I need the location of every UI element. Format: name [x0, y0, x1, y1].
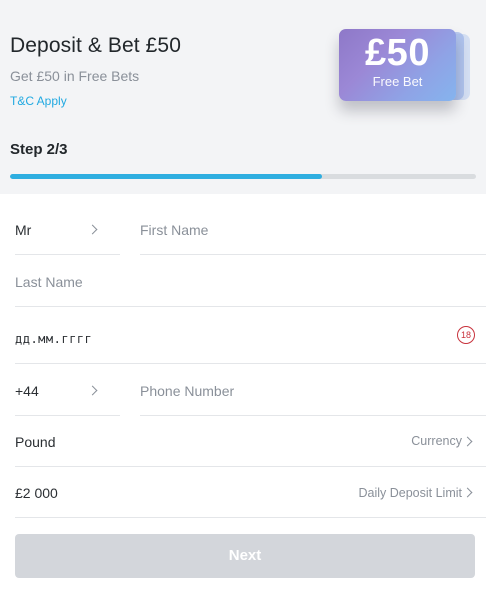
- currency-select[interactable]: Pound: [15, 434, 55, 450]
- date-of-birth-placeholder: дд.мм.гггг: [15, 332, 93, 346]
- title-select-value: Mr: [15, 222, 32, 238]
- phone-number-placeholder: Phone Number: [140, 383, 235, 399]
- currency-label[interactable]: Currency: [411, 434, 462, 448]
- step-indicator: Step 2/3: [10, 141, 68, 158]
- title-select[interactable]: Mr: [15, 222, 31, 238]
- currency-underline: [15, 466, 486, 467]
- next-button[interactable]: Next: [15, 534, 475, 578]
- chevron-right-icon[interactable]: [462, 436, 473, 447]
- dial-code-value: +44: [15, 383, 39, 399]
- deposit-limit-value: £2 000: [15, 485, 58, 501]
- date-of-birth-underline: [15, 363, 486, 364]
- first-name-input[interactable]: First Name: [140, 222, 208, 238]
- tc-link[interactable]: T&C Apply: [10, 94, 67, 108]
- chevron-right-icon[interactable]: [87, 385, 98, 396]
- chevron-right-icon[interactable]: [87, 224, 98, 235]
- last-name-input[interactable]: Last Name: [15, 274, 83, 290]
- first-name-underline: [140, 254, 486, 255]
- deposit-limit-underline: [15, 517, 486, 518]
- dial-code-underline: [15, 415, 120, 416]
- progress-bar: [10, 174, 476, 179]
- promo-subtitle: Get £50 in Free Bets: [10, 68, 140, 84]
- free-bet-amount: £50: [365, 32, 430, 74]
- free-bet-label: Free Bet: [372, 74, 423, 89]
- first-name-placeholder: First Name: [140, 222, 209, 238]
- deposit-limit-label[interactable]: Daily Deposit Limit: [358, 486, 462, 500]
- title-underline: [15, 254, 120, 255]
- phone-number-input[interactable]: Phone Number: [140, 383, 234, 399]
- phone-underline: [140, 415, 486, 416]
- deposit-limit-select[interactable]: £2 000: [15, 485, 58, 501]
- date-of-birth-input[interactable]: дд.мм.гггг: [15, 330, 92, 346]
- last-name-underline: [15, 306, 486, 307]
- page-title: Deposit & Bet £50: [10, 34, 181, 57]
- promo-header: Deposit & Bet £50 Get £50 in Free Bets T…: [0, 0, 486, 194]
- dial-code-select[interactable]: +44: [15, 383, 39, 399]
- free-bet-card: £50 Free Bet: [339, 29, 456, 101]
- progress-bar-fill: [10, 174, 323, 179]
- currency-value: Pound: [15, 434, 56, 450]
- last-name-placeholder: Last Name: [15, 274, 83, 290]
- age-18-icon: 18: [457, 326, 475, 344]
- chevron-right-icon[interactable]: [462, 487, 473, 498]
